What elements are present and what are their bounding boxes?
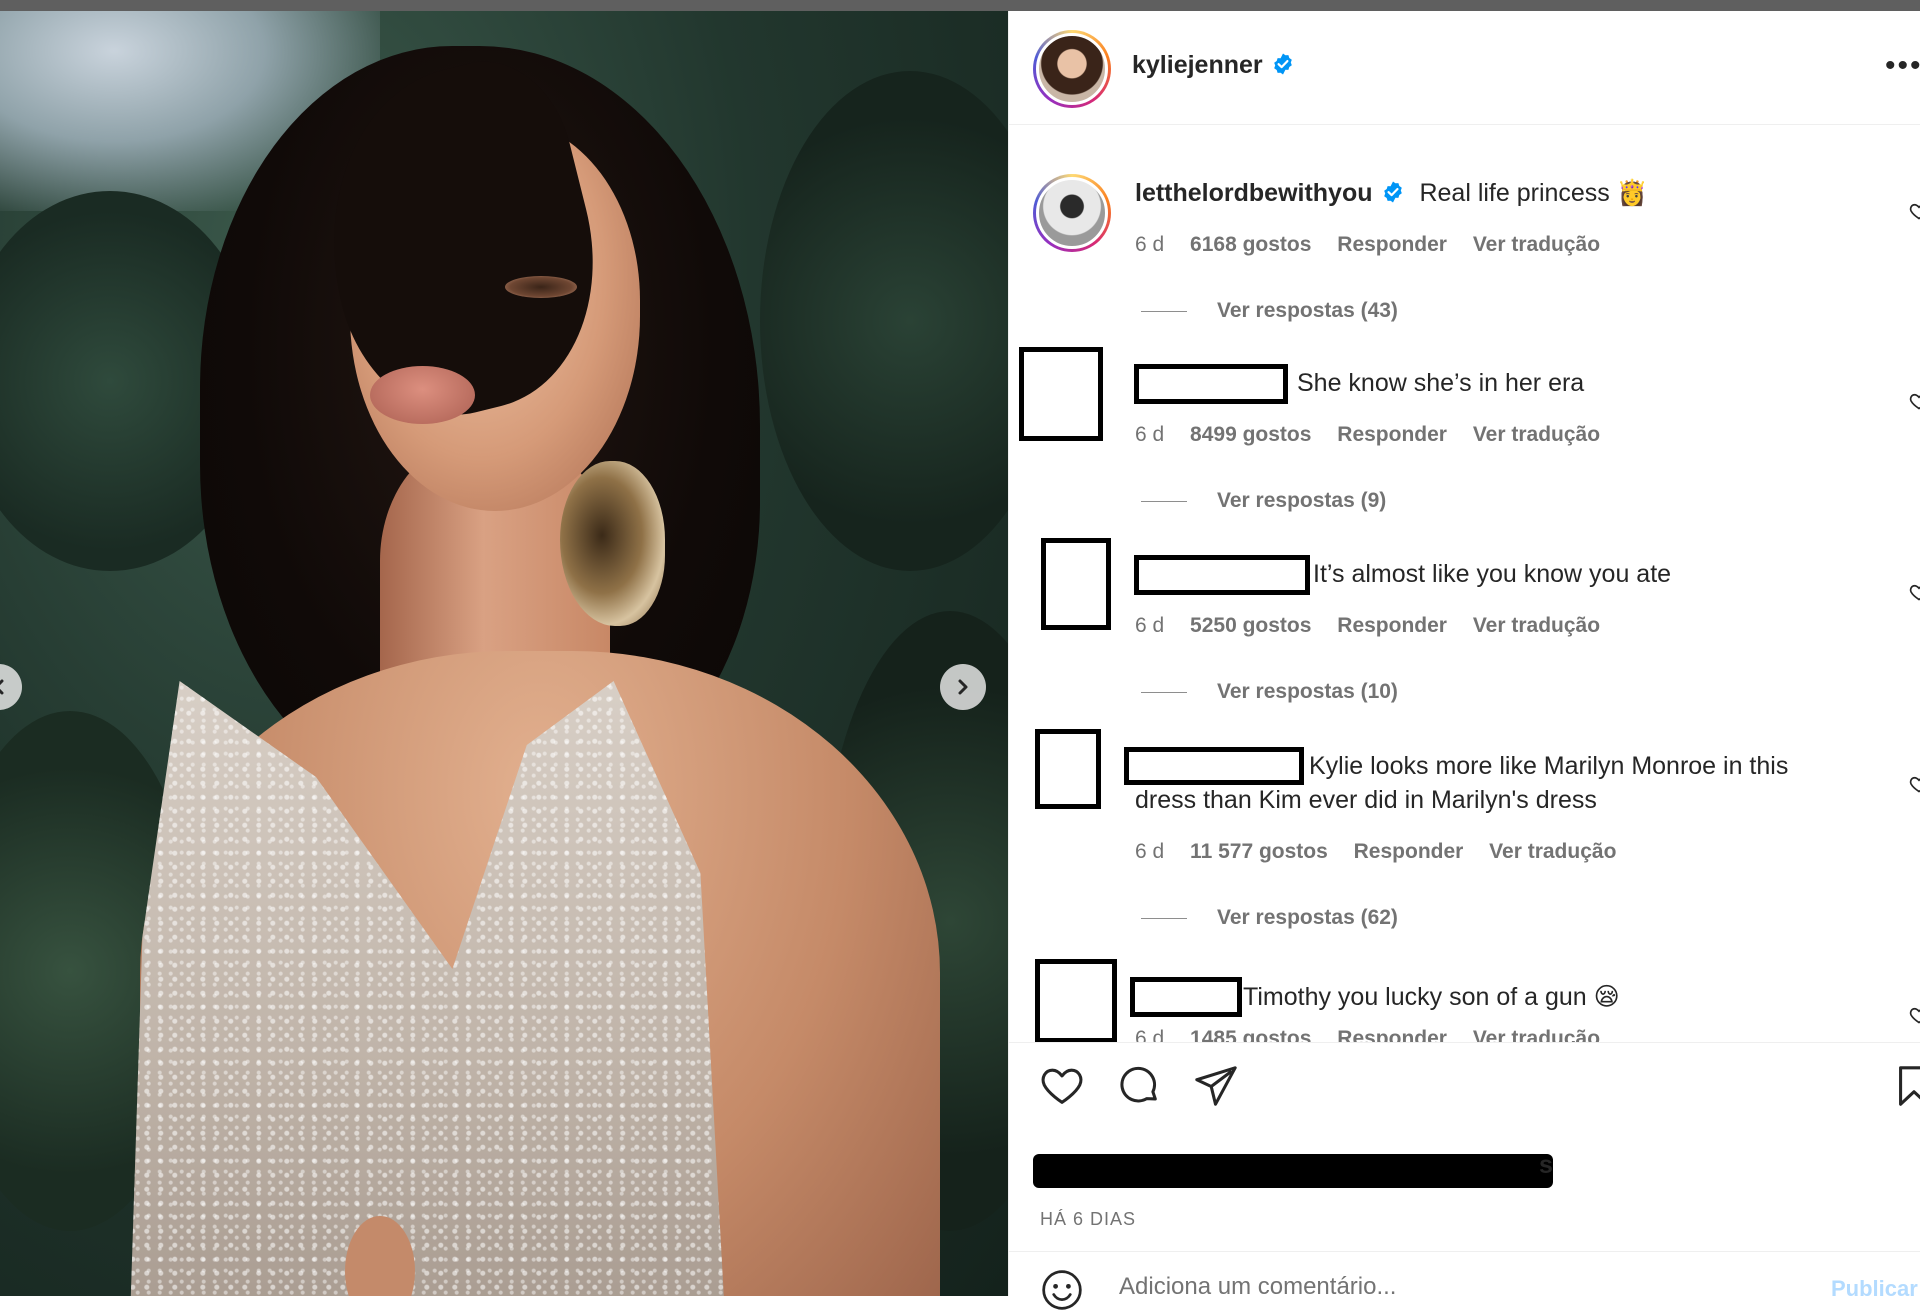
browser-top-strip: [0, 0, 1920, 11]
publish-button[interactable]: Publicar: [1831, 1276, 1918, 1302]
commenter-avatar[interactable]: [1033, 174, 1111, 252]
post-header: kyliejenner •••: [1009, 11, 1920, 125]
comment-meta: 6 d 5250 gostos Responder Ver tradução: [1135, 614, 1620, 638]
post-action-bar: s HÁ 6 DIAS Publicar: [1009, 1042, 1920, 1310]
post-photo[interactable]: [0, 11, 1008, 1296]
chevron-left-icon: [0, 679, 4, 695]
redacted-avatar: [1035, 959, 1117, 1042]
redacted-avatar: [1041, 538, 1111, 630]
comment-text: Timothy you lucky son of a gun 😪: [1243, 983, 1620, 1011]
translate-button[interactable]: Ver tradução: [1473, 614, 1600, 637]
verified-badge-icon: [1383, 181, 1402, 203]
comment-age: 6 d: [1135, 423, 1165, 446]
bookmark-icon[interactable]: [1891, 1063, 1920, 1109]
comment-likes[interactable]: 8499 gostos: [1190, 423, 1311, 446]
view-replies-button[interactable]: Ver respostas (9): [1141, 489, 1386, 513]
add-comment-bar: Publicar: [1009, 1251, 1920, 1312]
comment-text: Real life princess 👸: [1419, 179, 1648, 207]
comment-meta: 6 d 11 577 gostos Responder Ver tradução: [1135, 840, 1636, 864]
comment-likes[interactable]: 5250 gostos: [1190, 614, 1311, 637]
comment-meta: 6 d 1485 gostos Responder Ver tradução: [1135, 1027, 1620, 1042]
like-comment-icon[interactable]: [1909, 582, 1920, 602]
comment-age: 6 d: [1135, 840, 1165, 863]
author-avatar[interactable]: [1033, 30, 1111, 108]
more-options-icon[interactable]: •••: [1885, 51, 1920, 81]
redacted-username: [1134, 555, 1310, 595]
comment-icon[interactable]: [1116, 1063, 1162, 1109]
photo-lips: [370, 366, 475, 424]
like-comment-icon[interactable]: [1909, 201, 1920, 221]
view-replies-button[interactable]: Ver respostas (62): [1141, 906, 1398, 930]
author-username[interactable]: kyliejenner: [1132, 51, 1295, 80]
reply-button[interactable]: Responder: [1337, 614, 1447, 637]
view-replies-button[interactable]: Ver respostas (10): [1141, 680, 1398, 704]
photo-eye: [505, 276, 577, 298]
translate-button[interactable]: Ver tradução: [1489, 840, 1616, 863]
next-photo-button[interactable]: [940, 664, 986, 710]
comment-text: She know she’s in her era: [1297, 369, 1585, 397]
like-comment-icon[interactable]: [1909, 391, 1920, 411]
comment-age: 6 d: [1135, 1027, 1165, 1042]
reply-button[interactable]: Responder: [1337, 233, 1447, 256]
comment-text-line-2: dress than Kim ever did in Marilyn's dre…: [1135, 786, 1597, 814]
translate-button[interactable]: Ver tradução: [1473, 233, 1600, 256]
comments-list: letthelordbewithyou Real life princess 👸…: [1009, 125, 1920, 1042]
like-comment-icon[interactable]: [1909, 1005, 1920, 1025]
comment-likes[interactable]: 1485 gostos: [1190, 1027, 1311, 1042]
heart-icon[interactable]: [1039, 1063, 1085, 1109]
comment-meta: 6 d 6168 gostos Responder Ver tradução: [1135, 233, 1620, 257]
comment-likes[interactable]: 6168 gostos: [1190, 233, 1311, 256]
comment-likes[interactable]: 11 577 gostos: [1190, 840, 1328, 863]
photo-foliage: [760, 71, 1008, 571]
reply-button[interactable]: Responder: [1337, 1027, 1447, 1042]
translate-button[interactable]: Ver tradução: [1473, 423, 1600, 446]
verified-badge-icon: [1273, 53, 1292, 75]
redacted-username: [1130, 977, 1242, 1017]
share-icon[interactable]: [1193, 1063, 1239, 1109]
comment-age: 6 d: [1135, 614, 1165, 637]
emoji-icon[interactable]: [1040, 1268, 1084, 1312]
comment-input[interactable]: [1117, 1272, 1781, 1302]
previous-photo-button[interactable]: [0, 664, 22, 710]
comment-username[interactable]: letthelordbewithyou: [1135, 179, 1373, 207]
comment-age: 6 d: [1135, 233, 1165, 256]
redacted-avatar: [1035, 729, 1101, 809]
post-side-panel: kyliejenner ••• letthelordbewithyou Real…: [1008, 11, 1920, 1310]
photo-earring: [560, 461, 665, 626]
redacted-likes-summary: [1033, 1154, 1553, 1188]
reply-button[interactable]: Responder: [1337, 423, 1447, 446]
comment-text-line-1: Kylie looks more like Marilyn Monroe in …: [1309, 752, 1789, 780]
likes-summary-tail[interactable]: s: [1539, 1151, 1553, 1180]
reply-button[interactable]: Responder: [1354, 840, 1464, 863]
chevron-right-icon: [958, 679, 968, 695]
redacted-username: [1124, 747, 1304, 785]
translate-button[interactable]: Ver tradução: [1473, 1027, 1600, 1042]
like-comment-icon[interactable]: [1909, 774, 1920, 794]
post-timestamp[interactable]: HÁ 6 DIAS: [1040, 1209, 1136, 1230]
comment-text: It’s almost like you know you ate: [1313, 560, 1672, 588]
comment-meta: 6 d 8499 gostos Responder Ver tradução: [1135, 423, 1620, 447]
view-replies-button[interactable]: Ver respostas (43): [1141, 299, 1398, 323]
redacted-username: [1134, 364, 1288, 404]
redacted-avatar: [1019, 347, 1103, 441]
